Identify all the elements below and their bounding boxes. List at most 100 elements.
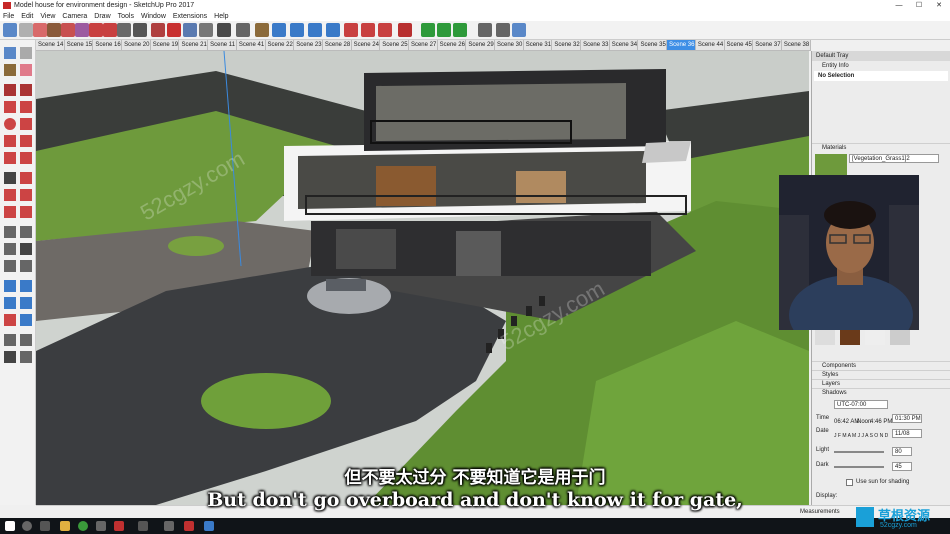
- scene-tab[interactable]: Scene 36: [667, 40, 696, 50]
- freehand-icon[interactable]: [20, 84, 32, 96]
- rotate-tool-icon[interactable]: [4, 189, 16, 201]
- pushpull-tool-icon[interactable]: [20, 172, 32, 184]
- menu-view[interactable]: View: [40, 13, 55, 20]
- menu-camera[interactable]: Camera: [62, 13, 87, 20]
- zoom-icon[interactable]: [308, 23, 322, 37]
- zoom-window-icon[interactable]: [20, 297, 32, 309]
- taskbar-app-icon[interactable]: [164, 521, 174, 531]
- pencil-icon[interactable]: [47, 23, 61, 37]
- rotate-icon[interactable]: [151, 23, 165, 37]
- scene-tab[interactable]: Scene 41: [237, 40, 266, 50]
- add-location-icon[interactable]: [421, 23, 435, 37]
- scene-tab[interactable]: Scene 19: [151, 40, 180, 50]
- menu-extensions[interactable]: Extensions: [173, 13, 207, 20]
- dimension-tool-icon[interactable]: [20, 226, 32, 238]
- look-around-tool-icon[interactable]: [20, 334, 32, 346]
- light-value-field[interactable]: 80: [892, 447, 912, 456]
- component-icon[interactable]: [20, 47, 32, 59]
- tape-icon[interactable]: [4, 226, 16, 238]
- ruby-console-icon[interactable]: [398, 23, 412, 37]
- select-icon[interactable]: [4, 47, 16, 59]
- components-header[interactable]: Components: [812, 361, 950, 370]
- menu-help[interactable]: Help: [214, 13, 228, 20]
- scene-tab[interactable]: Scene 15: [65, 40, 94, 50]
- maximize-button[interactable]: ☐: [909, 0, 929, 11]
- walk-icon[interactable]: [496, 23, 510, 37]
- light-slider[interactable]: [834, 451, 884, 453]
- axes-tool-icon[interactable]: [4, 260, 16, 272]
- menu-file[interactable]: File: [3, 13, 14, 20]
- pie-icon[interactable]: [20, 152, 32, 164]
- scene-tab[interactable]: Scene 26: [438, 40, 467, 50]
- circle-icon[interactable]: [4, 118, 16, 130]
- share-model-icon[interactable]: [361, 23, 375, 37]
- scene-tab[interactable]: Scene 25: [380, 40, 409, 50]
- scene-tab[interactable]: Scene 14: [36, 40, 65, 50]
- pushpull-icon[interactable]: [89, 23, 103, 37]
- followme-tool-icon[interactable]: [20, 189, 32, 201]
- position-camera-icon[interactable]: [478, 23, 492, 37]
- section-plane-icon[interactable]: [20, 351, 32, 363]
- scene-tab[interactable]: Scene 38: [782, 40, 811, 50]
- text-icon[interactable]: [217, 23, 231, 37]
- two-point-arc-icon[interactable]: [20, 135, 32, 147]
- scene-tab[interactable]: Scene 22: [266, 40, 295, 50]
- scene-tab[interactable]: Scene 21: [179, 40, 209, 50]
- scene-tab[interactable]: Scene 20: [122, 40, 151, 50]
- dimension-icon[interactable]: [199, 23, 213, 37]
- polygon-icon[interactable]: [20, 118, 32, 130]
- arc-tool-icon[interactable]: [4, 135, 16, 147]
- extension-warehouse-icon[interactable]: [378, 23, 392, 37]
- previous-view-icon[interactable]: [20, 314, 32, 326]
- timezone-select[interactable]: UTC-07:00: [834, 400, 888, 409]
- shadows-header[interactable]: Shadows: [812, 388, 950, 397]
- arc-icon[interactable]: [61, 23, 75, 37]
- menu-window[interactable]: Window: [141, 13, 166, 20]
- scene-tab[interactable]: Scene 27: [409, 40, 438, 50]
- close-button[interactable]: ✕: [929, 0, 949, 11]
- date-field[interactable]: 11/08: [892, 429, 922, 438]
- material-name-field[interactable]: [Vegetation_Grass1]2: [849, 154, 939, 163]
- line-icon[interactable]: [4, 84, 16, 96]
- scale-icon[interactable]: [167, 23, 181, 37]
- terrain-icon[interactable]: [437, 23, 451, 37]
- 3d-text-icon[interactable]: [20, 260, 32, 272]
- orbit-tool-icon[interactable]: [4, 280, 16, 292]
- move-icon[interactable]: [133, 23, 147, 37]
- scene-tab[interactable]: Scene 28: [323, 40, 352, 50]
- protractor-icon[interactable]: [4, 243, 16, 255]
- minimize-button[interactable]: —: [889, 0, 909, 11]
- pan-icon[interactable]: [290, 23, 304, 37]
- time-field[interactable]: 01:30 PM: [892, 414, 922, 423]
- scene-tab[interactable]: Scene 45: [725, 40, 754, 50]
- search-icon[interactable]: [22, 521, 32, 531]
- move-tool-icon[interactable]: [4, 172, 16, 184]
- scene-tab[interactable]: Scene 16: [93, 40, 123, 50]
- scene-tab[interactable]: Scene 37: [753, 40, 782, 50]
- position-camera-tool-icon[interactable]: [4, 334, 16, 346]
- scene-tab[interactable]: Scene 11: [208, 40, 237, 50]
- taskbar-app-icon[interactable]: [114, 521, 124, 531]
- scene-tab[interactable]: Scene 31: [524, 40, 553, 50]
- scene-tab[interactable]: Scene 44: [696, 40, 725, 50]
- file-explorer-icon[interactable]: [60, 521, 70, 531]
- chrome-icon[interactable]: [78, 521, 88, 531]
- sketchup-taskbar-icon[interactable]: [184, 521, 194, 531]
- offset-icon[interactable]: [103, 23, 117, 37]
- tape-measure-icon[interactable]: [117, 23, 131, 37]
- paint-icon[interactable]: [4, 64, 16, 76]
- scene-tab[interactable]: Scene 32: [552, 40, 582, 50]
- zoom-extents-tool-icon[interactable]: [4, 314, 16, 326]
- taskbar-app-icon[interactable]: [96, 521, 106, 531]
- menu-draw[interactable]: Draw: [94, 13, 110, 20]
- scale-tool-icon[interactable]: [4, 206, 16, 218]
- rotated-rect-icon[interactable]: [20, 101, 32, 113]
- paint-bucket-icon[interactable]: [255, 23, 269, 37]
- entity-info-header[interactable]: Entity Info: [812, 61, 950, 71]
- zoom-tool-icon[interactable]: [4, 297, 16, 309]
- menu-edit[interactable]: Edit: [21, 13, 33, 20]
- task-view-icon[interactable]: [40, 521, 50, 531]
- scene-tab[interactable]: Scene 30: [495, 40, 524, 50]
- scene-tab[interactable]: Scene 33: [581, 40, 610, 50]
- text-tool-icon[interactable]: [20, 243, 32, 255]
